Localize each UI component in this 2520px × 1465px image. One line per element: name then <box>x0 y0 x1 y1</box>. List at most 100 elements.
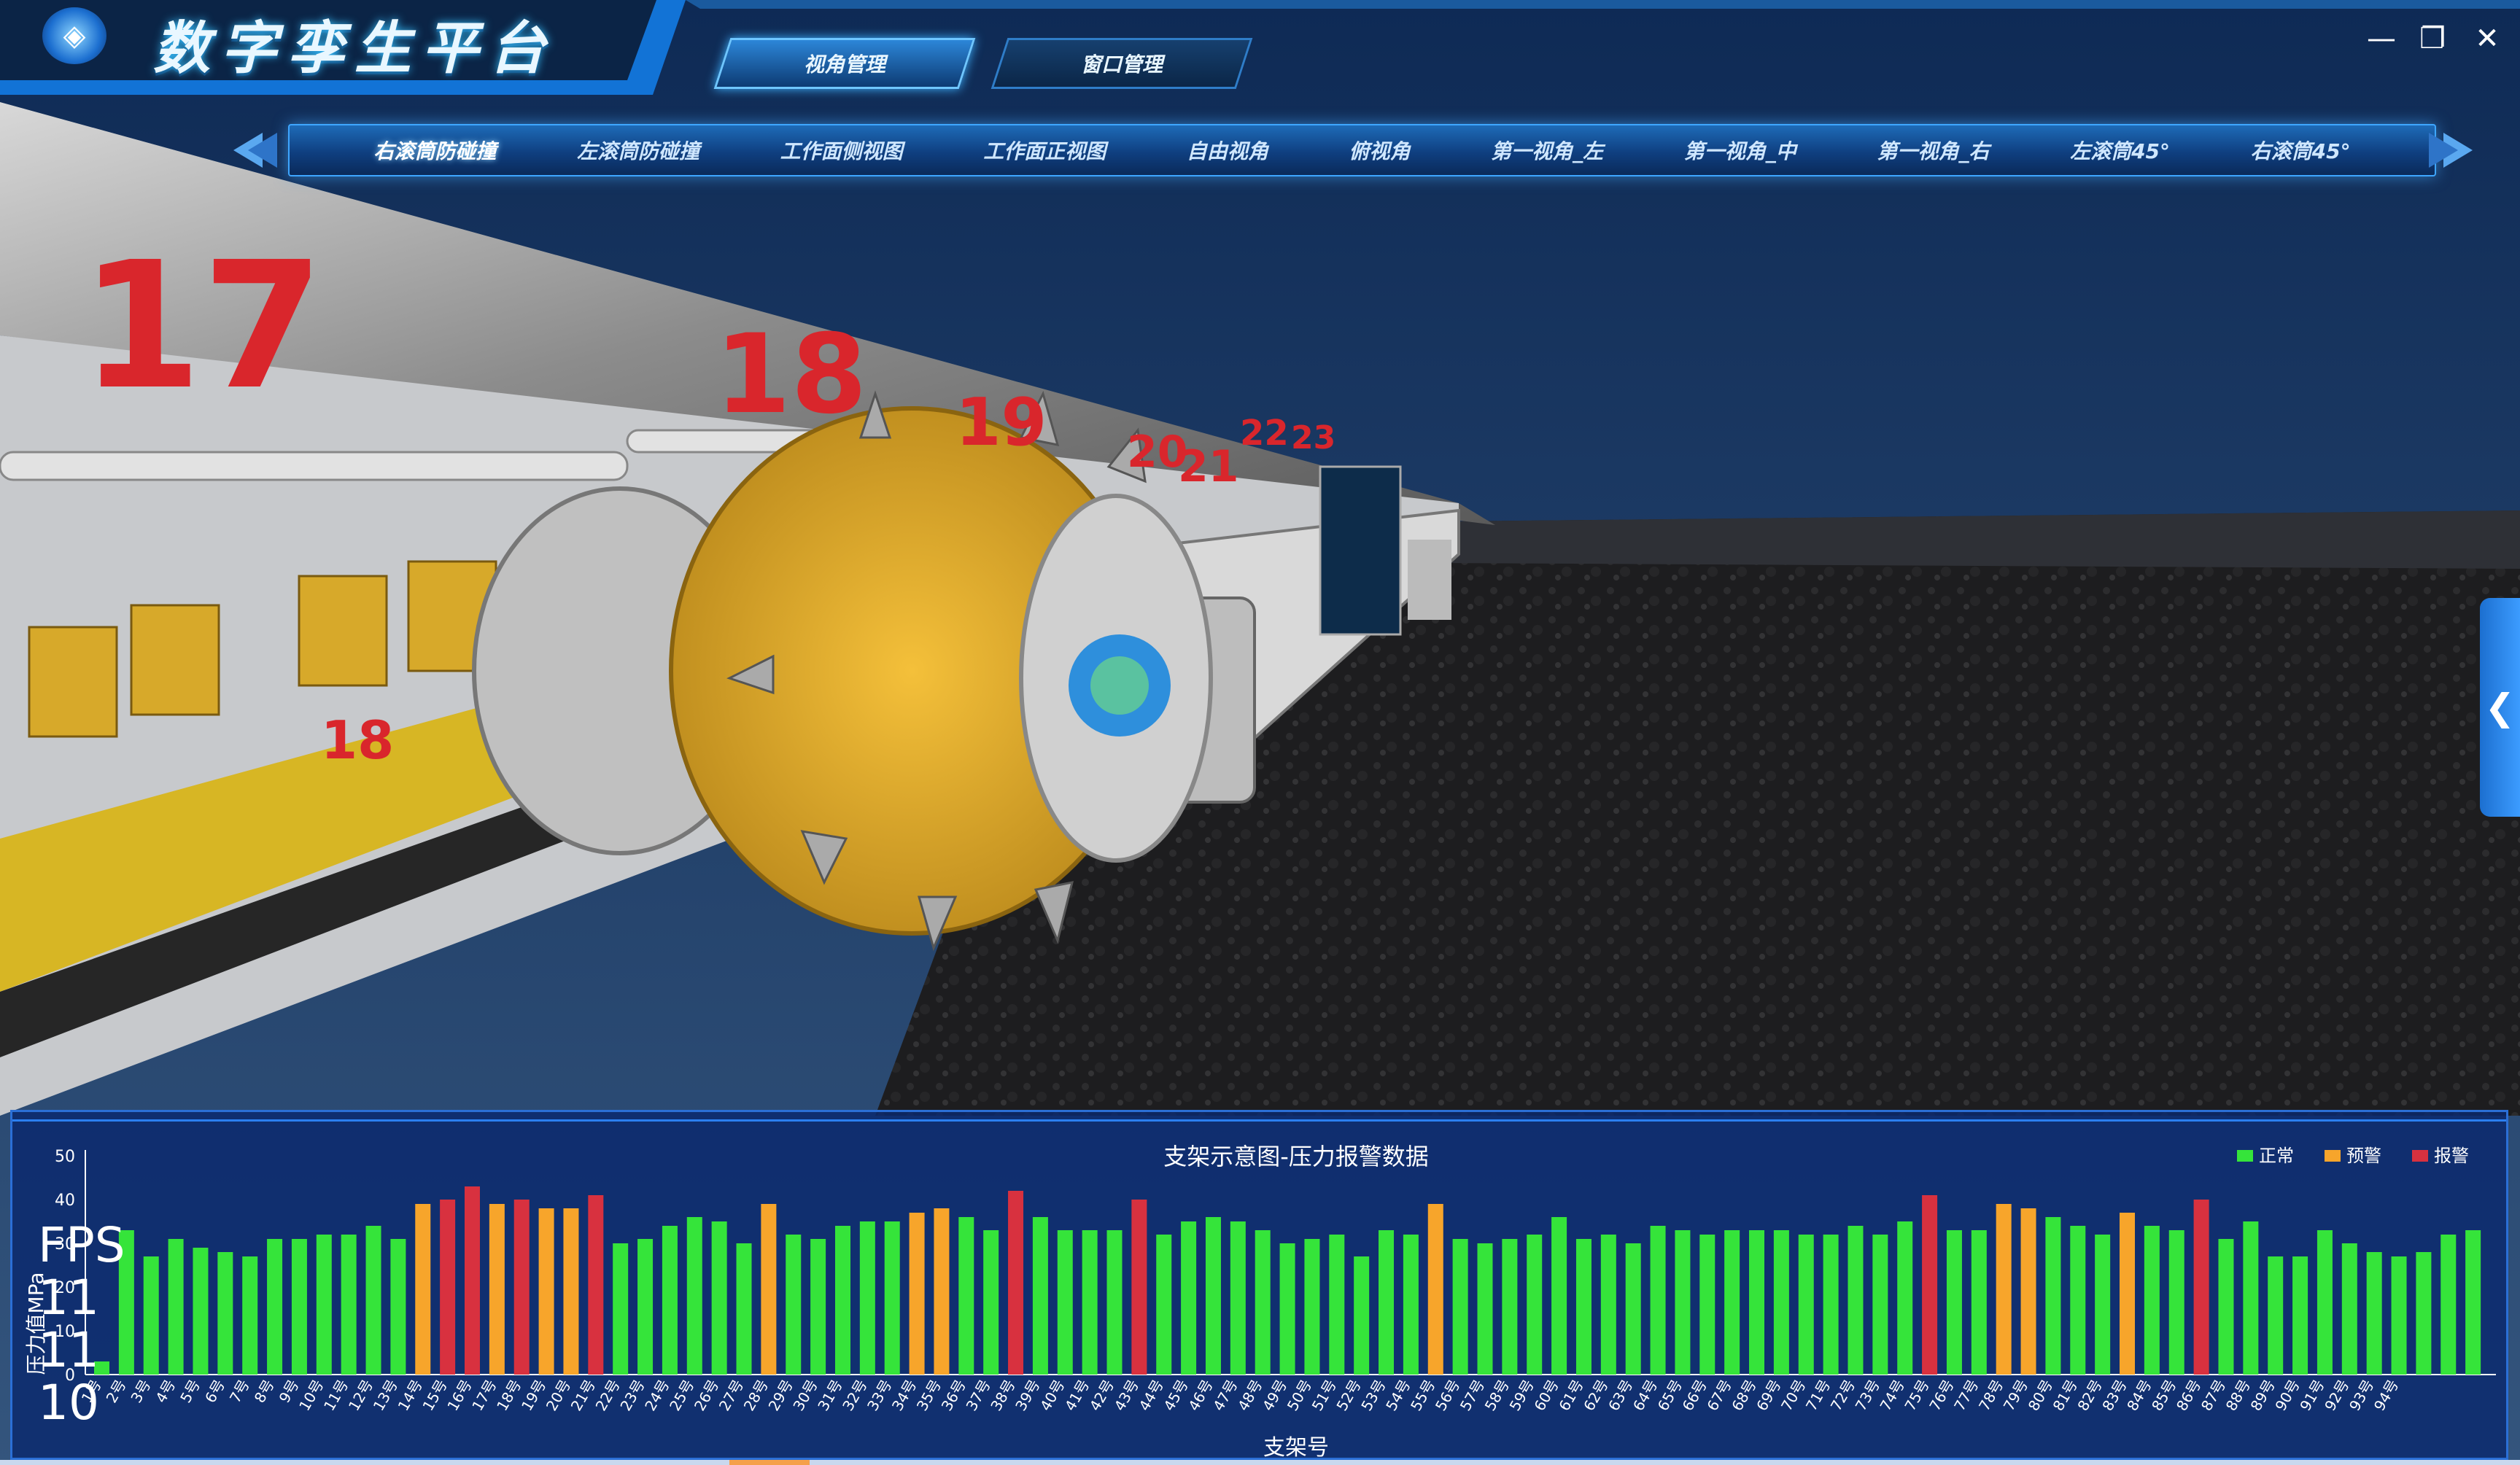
view-first-person-left[interactable]: 第一视角_左 <box>1491 136 1603 165</box>
view-selection-bar: 右滚筒防碰撞 左滚筒防碰撞 工作面侧视图 工作面正视图 自由视角 俯视角 第一视… <box>288 124 2436 176</box>
chart-x-tick-label: 17号 <box>468 1377 500 1414</box>
chart-bar <box>1106 1230 1123 1375</box>
chart-x-tick-label: 26号 <box>691 1377 723 1414</box>
chart-bar <box>1156 1235 1172 1375</box>
chart-x-tick-label: 48号 <box>1234 1377 1266 1414</box>
view-left-drum-anticollision[interactable]: 左滚筒防碰撞 <box>577 136 699 165</box>
view-workface-side[interactable]: 工作面侧视图 <box>780 136 903 165</box>
chart-bar <box>2292 1256 2308 1375</box>
chart-bar <box>2144 1226 2160 1375</box>
chart-x-tick-label: 16号 <box>443 1377 476 1414</box>
chart-x-tick-label: 87号 <box>2198 1377 2230 1414</box>
view-top-down[interactable]: 俯视角 <box>1349 136 1411 165</box>
chart-x-tick-label: 46号 <box>1185 1377 1217 1414</box>
chart-x-tick-label: 14号 <box>395 1377 427 1414</box>
restore-button[interactable]: ❐ <box>2414 20 2451 57</box>
chart-bar <box>1971 1230 1987 1375</box>
chart-x-tick-label: 20号 <box>543 1377 575 1414</box>
chart-x-tick-label: 58号 <box>1481 1377 1513 1414</box>
viewbar-right-arrow-icon[interactable] <box>2429 130 2473 171</box>
chart-x-tick-label: 21号 <box>567 1377 600 1414</box>
chart-bar <box>168 1239 184 1375</box>
chart-bar <box>810 1239 826 1375</box>
chart-y-tick-label: 50 <box>55 1148 75 1166</box>
chart-x-tick-label: 94号 <box>2370 1377 2403 1414</box>
chart-x-tick-label: 78号 <box>1975 1377 2007 1414</box>
chart-x-tick-label: 83号 <box>2098 1377 2131 1414</box>
side-panel-toggle[interactable]: ❮ <box>2480 598 2520 817</box>
chart-bar <box>1304 1239 1320 1375</box>
chart-bar <box>1823 1235 1839 1375</box>
close-button[interactable]: ✕ <box>2469 20 2505 57</box>
chart-x-tick-label: 3号 <box>127 1377 154 1406</box>
chart-x-tick-label: 74号 <box>1877 1377 1909 1414</box>
bottom-status-strip <box>0 1460 2520 1465</box>
chart-x-tick-label: 89号 <box>2247 1377 2279 1414</box>
support-label-near: 18 <box>321 710 394 771</box>
fps-label: FPS <box>38 1217 125 1273</box>
chart-x-tick-label: 41号 <box>1061 1377 1093 1414</box>
tab-window-management[interactable]: 窗口管理 <box>990 38 1253 89</box>
fps-value-2: 11 <box>38 1322 99 1378</box>
chart-bar <box>1699 1235 1715 1375</box>
chart-bar <box>761 1204 777 1375</box>
view-left-drum-45[interactable]: 左滚筒45° <box>2070 136 2170 165</box>
legend-label: 预警 <box>2346 1146 2381 1166</box>
chart-x-tick-label: 39号 <box>1012 1377 1044 1414</box>
chart-bar <box>686 1217 702 1375</box>
chart-x-tick-label: 75号 <box>1901 1377 1933 1414</box>
chart-x-tick-label: 23号 <box>616 1377 648 1414</box>
fps-value-1: 11 <box>38 1270 99 1326</box>
view-workface-front[interactable]: 工作面正视图 <box>983 136 1106 165</box>
chart-bar <box>1008 1191 1024 1375</box>
chart-x-tick-label: 29号 <box>765 1377 797 1414</box>
chart-bar <box>1625 1243 1641 1375</box>
chart-bar <box>1354 1256 1370 1375</box>
chart-x-tick-label: 15号 <box>419 1377 451 1414</box>
chart-x-tick-label: 47号 <box>1209 1377 1241 1414</box>
chart-bar <box>440 1200 456 1375</box>
chart-bar <box>563 1208 579 1375</box>
app-header: ◈ 数字孪生平台 视角管理 窗口管理 — ❐ ✕ <box>0 0 2520 109</box>
chart-bar <box>2317 1230 2333 1375</box>
chart-x-tick-label: 80号 <box>2025 1377 2057 1414</box>
chart-x-tick-label: 70号 <box>1777 1377 1810 1414</box>
chart-bar <box>884 1221 900 1375</box>
chart-x-tick-label: 34号 <box>888 1377 920 1414</box>
chart-x-tick-label: 45号 <box>1160 1377 1192 1414</box>
chart-bar <box>267 1239 283 1375</box>
chart-x-tick-label: 69号 <box>1753 1377 1785 1414</box>
chart-x-tick-label: 30号 <box>789 1377 821 1414</box>
chart-bar <box>316 1235 332 1375</box>
chart-x-tick-label: 25号 <box>666 1377 698 1414</box>
chart-bar <box>1205 1217 1221 1375</box>
chart-x-tick-label: 79号 <box>2000 1377 2032 1414</box>
view-right-drum-45[interactable]: 右滚筒45° <box>2251 136 2351 165</box>
view-free[interactable]: 自由视角 <box>1187 136 1268 165</box>
chart-bar <box>1749 1230 1765 1375</box>
legend-label: 报警 <box>2434 1146 2469 1166</box>
view-first-person-center[interactable]: 第一视角_中 <box>1684 136 1796 165</box>
chart-x-tick-label: 13号 <box>370 1377 402 1414</box>
chart-bar <box>637 1239 654 1375</box>
chart-bar <box>341 1235 357 1375</box>
chart-bar <box>1379 1230 1395 1375</box>
viewbar-left-arrow-icon[interactable] <box>233 130 277 171</box>
view-right-drum-anticollision[interactable]: 右滚筒防碰撞 <box>373 136 496 165</box>
chart-bar <box>2440 1235 2457 1375</box>
chart-bar <box>613 1243 629 1375</box>
chart-bar <box>958 1217 974 1375</box>
chart-bar <box>2095 1235 2111 1375</box>
view-first-person-right[interactable]: 第一视角_右 <box>1877 136 1989 165</box>
chart-x-tick-label: 22号 <box>592 1377 624 1414</box>
chart-x-tick-label: 55号 <box>1407 1377 1439 1414</box>
chart-bar <box>2366 1252 2382 1375</box>
chart-bar <box>1255 1230 1271 1375</box>
chart-bar <box>143 1256 159 1375</box>
minimize-button[interactable]: — <box>2363 20 2400 57</box>
legend-swatch <box>2325 1150 2341 1162</box>
tab-view-management[interactable]: 视角管理 <box>713 38 976 89</box>
chart-bar <box>1131 1200 1147 1375</box>
chart-bar <box>1452 1239 1468 1375</box>
chart-x-tick-label: 62号 <box>1580 1377 1612 1414</box>
